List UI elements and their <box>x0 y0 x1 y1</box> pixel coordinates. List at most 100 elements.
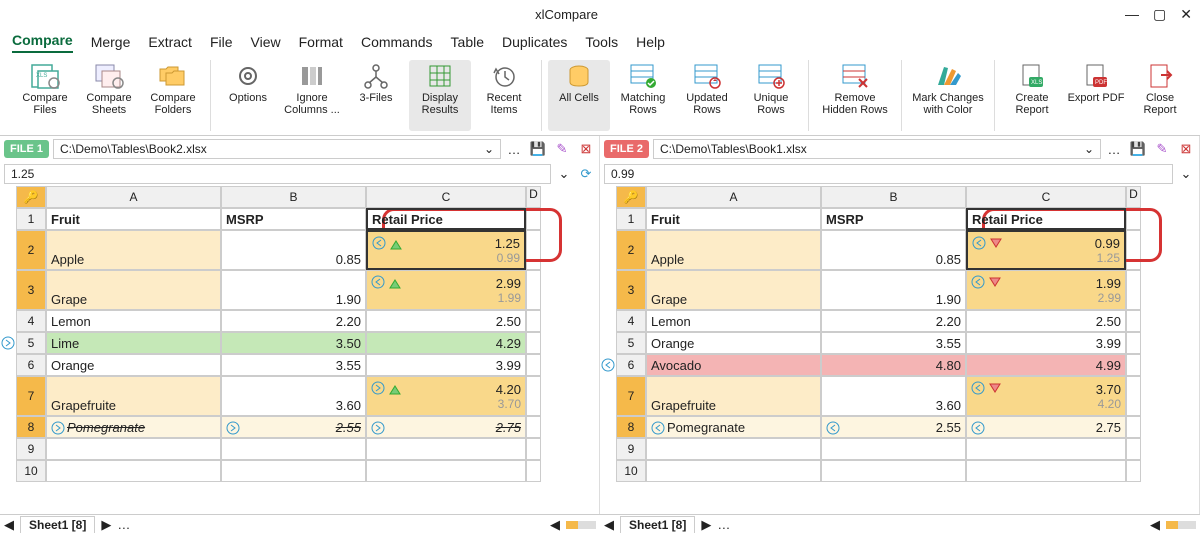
updated-rows-button[interactable]: Updated Rows <box>676 60 738 131</box>
scrollbar[interactable] <box>566 521 596 529</box>
row-num[interactable]: 3 <box>16 270 46 310</box>
cell[interactable]: Retail Price <box>366 208 526 230</box>
cell[interactable]: MSRP <box>221 208 366 230</box>
arrow-left-icon[interactable] <box>826 421 840 435</box>
arrow-left-icon[interactable] <box>971 381 985 395</box>
edit-icon[interactable]: ✎ <box>553 140 571 158</box>
sheet-nav-right[interactable]: ▶ <box>701 517 711 533</box>
all-cells-button[interactable]: All Cells <box>548 60 610 131</box>
sheet-nav-left[interactable]: ◀ <box>4 517 14 533</box>
menu-help[interactable]: Help <box>636 34 665 50</box>
minimize-icon[interactable]: — <box>1125 6 1139 23</box>
cell[interactable]: Apple <box>46 230 221 270</box>
arrow-left-icon[interactable] <box>372 236 386 250</box>
mark-changes-button[interactable]: Mark Changes with Color <box>908 60 988 131</box>
chevron-down-icon[interactable]: ⌄ <box>1084 142 1094 156</box>
chevron-down-icon[interactable]: ⌄ <box>484 142 494 156</box>
export-pdf-button[interactable]: PDFExport PDF <box>1065 60 1127 131</box>
remove-hidden-button[interactable]: Remove Hidden Rows <box>815 60 895 131</box>
scroll-left-icon[interactable]: ◀ <box>1150 517 1160 533</box>
cell[interactable]: 2.99 1.99 <box>366 270 526 310</box>
ignore-columns-button[interactable]: Ignore Columns ... <box>281 60 343 131</box>
cell[interactable]: 1.90 <box>221 270 366 310</box>
more-icon[interactable]: … <box>117 517 130 532</box>
rows-delete-icon <box>839 62 871 90</box>
menu-table[interactable]: Table <box>451 34 484 50</box>
menubar: Compare Merge Extract File View Format C… <box>0 28 1200 56</box>
file1-path-input[interactable]: C:\Demo\Tables\Book2.xlsx⌄ <box>53 139 501 159</box>
cell[interactable] <box>526 208 541 230</box>
display-results-button[interactable]: Display Results <box>409 60 471 131</box>
options-button[interactable]: Options <box>217 60 279 131</box>
arrow-right-icon[interactable] <box>0 332 16 354</box>
rows-check-icon <box>627 62 659 90</box>
arrow-right-icon[interactable] <box>226 421 240 435</box>
arrow-left-icon[interactable] <box>651 421 665 435</box>
file2-path-input[interactable]: C:\Demo\Tables\Book1.xlsx⌄ <box>653 139 1101 159</box>
menu-file[interactable]: File <box>210 34 233 50</box>
cell[interactable]: 1.25 0.99 <box>366 230 526 270</box>
history-icon <box>488 62 520 90</box>
compare-sheets-button[interactable]: Compare Sheets <box>78 60 140 131</box>
menu-view[interactable]: View <box>251 34 281 50</box>
cell[interactable]: 0.85 <box>221 230 366 270</box>
menu-merge[interactable]: Merge <box>91 34 131 50</box>
app-title: xlCompare <box>8 7 1125 22</box>
cell[interactable]: Grape <box>46 270 221 310</box>
sheet-tab[interactable]: Sheet1 [8] <box>620 516 695 533</box>
key-column-icon[interactable]: 🔑 <box>16 186 46 208</box>
menu-format[interactable]: Format <box>299 34 343 50</box>
svg-text:PDF: PDF <box>1095 80 1107 86</box>
sheet-nav-right[interactable]: ▶ <box>101 517 111 533</box>
recent-items-button[interactable]: Recent Items <box>473 60 535 131</box>
row-num[interactable]: 1 <box>16 208 46 230</box>
arrow-left-icon[interactable] <box>972 236 986 250</box>
unique-rows-button[interactable]: Unique Rows <box>740 60 802 131</box>
arrow-right-icon[interactable] <box>371 421 385 435</box>
scroll-left-icon[interactable]: ◀ <box>550 517 560 533</box>
close-report-button[interactable]: Close Report <box>1129 60 1191 131</box>
expand-icon[interactable]: ⌄ <box>1177 165 1195 183</box>
edit-icon[interactable]: ✎ <box>1153 140 1171 158</box>
menu-commands[interactable]: Commands <box>361 34 433 50</box>
compare-folders-button[interactable]: Compare Folders <box>142 60 204 131</box>
formula-input-right[interactable]: 0.99 <box>604 164 1173 184</box>
scrollbar[interactable] <box>1166 521 1196 529</box>
arrow-left-icon[interactable] <box>971 421 985 435</box>
create-report-button[interactable]: XLSCreate Report <box>1001 60 1063 131</box>
more-icon[interactable]: … <box>717 517 730 532</box>
cell[interactable]: Fruit <box>46 208 221 230</box>
delete-icon[interactable]: ⊠ <box>577 140 595 158</box>
arrow-left-icon[interactable] <box>600 354 616 376</box>
menu-extract[interactable]: Extract <box>148 34 192 50</box>
col-header-D[interactable]: D <box>526 186 541 208</box>
sheet-tab[interactable]: Sheet1 [8] <box>20 516 95 533</box>
formula-input-left[interactable]: 1.25 <box>4 164 551 184</box>
arrow-right-icon[interactable] <box>51 421 65 435</box>
three-files-button[interactable]: 3-Files <box>345 60 407 131</box>
menu-compare[interactable]: Compare <box>12 32 73 53</box>
sync-icon[interactable]: ⟳ <box>577 165 595 183</box>
arrow-left-icon[interactable] <box>371 275 385 289</box>
sheet-nav-left[interactable]: ◀ <box>604 517 614 533</box>
col-header-C[interactable]: C <box>366 186 526 208</box>
more-icon[interactable]: … <box>505 140 523 158</box>
key-column-icon[interactable]: 🔑 <box>616 186 646 208</box>
arrow-right-icon[interactable] <box>371 381 385 395</box>
close-icon[interactable]: ✕ <box>1180 6 1192 23</box>
arrow-left-icon[interactable] <box>971 275 985 289</box>
save-icon[interactable]: 💾 <box>1129 140 1147 158</box>
col-header-A[interactable]: A <box>46 186 221 208</box>
maximize-icon[interactable]: ▢ <box>1153 6 1166 23</box>
compare-files-button[interactable]: XLSCompare Files <box>14 60 76 131</box>
report-xls-icon: XLS <box>1016 62 1048 90</box>
row-num[interactable]: 2 <box>16 230 46 270</box>
delete-icon[interactable]: ⊠ <box>1177 140 1195 158</box>
expand-icon[interactable]: ⌄ <box>555 165 573 183</box>
menu-duplicates[interactable]: Duplicates <box>502 34 567 50</box>
matching-rows-button[interactable]: Matching Rows <box>612 60 674 131</box>
col-header-B[interactable]: B <box>221 186 366 208</box>
save-icon[interactable]: 💾 <box>529 140 547 158</box>
menu-tools[interactable]: Tools <box>585 34 618 50</box>
more-icon[interactable]: … <box>1105 140 1123 158</box>
